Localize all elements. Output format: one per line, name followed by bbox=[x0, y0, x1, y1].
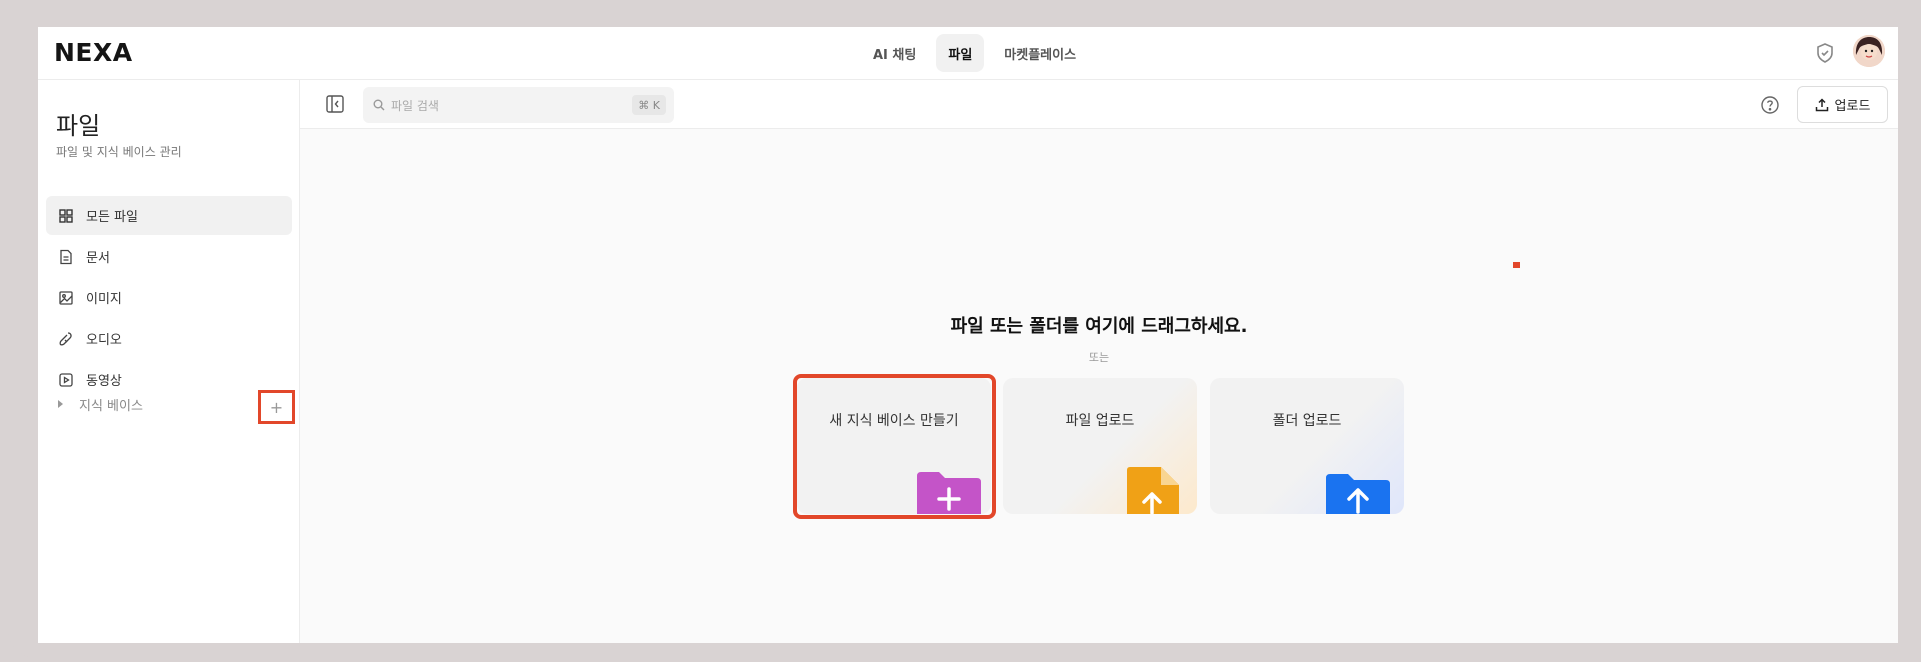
dropzone-or: 또는 bbox=[1088, 351, 1110, 364]
upload-button[interactable]: 업로드 bbox=[1797, 86, 1888, 123]
tab-files[interactable]: 파일 bbox=[936, 34, 985, 72]
upload-button-label: 업로드 bbox=[1834, 99, 1871, 114]
screen-frame: NEXA AI 채팅 파일 마켓플레이스 파일 파일 및 지식 베이스 관리 모… bbox=[8, 4, 1913, 658]
grid-icon bbox=[59, 208, 73, 223]
cursor-marker bbox=[1513, 262, 1520, 268]
main-content: 파일 검색 ⌘ K 업로드 파일 또는 폴더를 여기에 드래그하세요. 또는 새… bbox=[300, 80, 1898, 643]
video-icon bbox=[59, 372, 73, 387]
page-title: 파일 bbox=[56, 112, 101, 140]
card-label: 파일 업로드 bbox=[1065, 413, 1135, 429]
sidebar-item-audio[interactable]: 오디오 bbox=[46, 319, 292, 358]
main-tabs: AI 채팅 파일 마켓플레이스 bbox=[861, 34, 1088, 72]
sidebar-item-documents[interactable]: 문서 bbox=[46, 237, 292, 276]
app-logo[interactable]: NEXA bbox=[54, 38, 133, 67]
image-icon bbox=[59, 290, 73, 305]
sidebar-item-all-files[interactable]: 모든 파일 bbox=[46, 196, 292, 235]
dropzone-title: 파일 또는 폴더를 여기에 드래그하세요. bbox=[950, 316, 1248, 337]
sidebar-item-label: 이미지 bbox=[86, 292, 122, 307]
add-knowledge-base-button[interactable]: + bbox=[258, 390, 295, 424]
knowledge-base-label: 지식 베이스 bbox=[79, 398, 143, 414]
search-icon bbox=[373, 99, 385, 111]
folder-upload-card[interactable]: 폴더 업로드 bbox=[1210, 378, 1404, 514]
user-avatar[interactable] bbox=[1853, 35, 1885, 67]
document-icon bbox=[60, 249, 72, 264]
folder-upload-icon bbox=[1326, 474, 1390, 514]
app-window: NEXA AI 채팅 파일 마켓플레이스 파일 파일 및 지식 베이스 관리 모… bbox=[38, 27, 1898, 643]
sidebar-collapse-icon[interactable] bbox=[325, 94, 345, 114]
audio-icon bbox=[59, 331, 72, 345]
top-nav: NEXA AI 채팅 파일 마켓플레이스 bbox=[38, 27, 1898, 80]
help-icon[interactable] bbox=[1760, 95, 1780, 115]
sidebar: 파일 파일 및 지식 베이스 관리 모든 파일 문서 이미지 오디오 동영상 지… bbox=[38, 80, 300, 643]
search-input[interactable]: 파일 검색 ⌘ K bbox=[363, 87, 674, 123]
card-label: 폴더 업로드 bbox=[1272, 413, 1342, 429]
sidebar-item-label: 오디오 bbox=[86, 333, 122, 348]
sidebar-item-label: 동영상 bbox=[86, 374, 122, 389]
sidebar-item-images[interactable]: 이미지 bbox=[46, 278, 292, 317]
search-placeholder: 파일 검색 bbox=[391, 98, 439, 113]
card-highlight bbox=[793, 374, 996, 519]
chevron-right-icon[interactable] bbox=[58, 400, 63, 408]
tab-ai-chat[interactable]: AI 채팅 bbox=[861, 34, 928, 72]
file-upload-card[interactable]: 파일 업로드 bbox=[1003, 378, 1197, 514]
shield-icon[interactable] bbox=[1813, 41, 1837, 65]
search-shortcut: ⌘ K bbox=[632, 95, 666, 115]
sidebar-item-label: 모든 파일 bbox=[86, 210, 138, 225]
tab-marketplace[interactable]: 마켓플레이스 bbox=[992, 34, 1088, 72]
upload-icon bbox=[1815, 97, 1828, 111]
sidebar-item-label: 문서 bbox=[86, 251, 110, 266]
page-subtitle: 파일 및 지식 베이스 관리 bbox=[56, 145, 182, 159]
toolbar: 파일 검색 ⌘ K 업로드 bbox=[300, 80, 1898, 129]
knowledge-base-section[interactable]: 지식 베이스 bbox=[46, 392, 292, 416]
file-upload-icon bbox=[1127, 467, 1179, 514]
